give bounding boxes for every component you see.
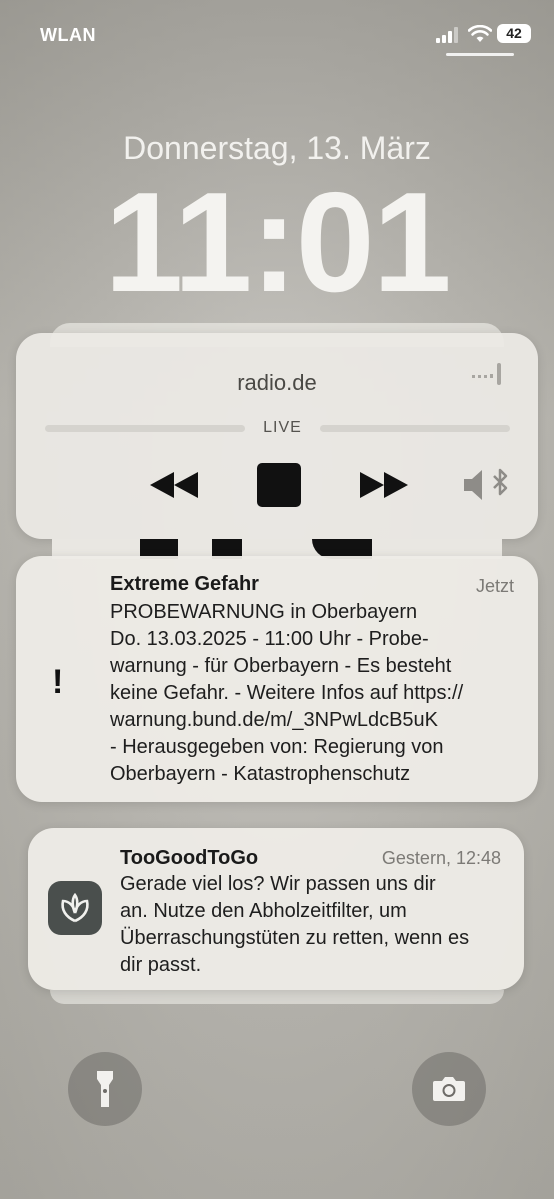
toogoodtogo-notification[interactable]: TooGoodToGo Gestern, 12:48 Gerade viel l… <box>28 828 524 990</box>
leaf-icon <box>61 893 89 923</box>
flashlight-icon <box>97 1071 113 1107</box>
lock-time: 11:01 <box>104 163 451 322</box>
status-bar: WLAN 42 <box>0 0 554 70</box>
notification-body: Gerade viel los? Wir passen uns dir an. … <box>120 871 515 979</box>
camera-icon <box>433 1077 465 1101</box>
notification-time: Gestern, 12:48 <box>381 848 501 868</box>
body-line: keine Gefahr. - Weitere Infos auf https:… <box>110 682 464 704</box>
fast-forward-icon <box>360 472 408 498</box>
carrier-label: WLAN <box>40 25 96 45</box>
exclamation-icon: ! <box>52 663 64 701</box>
airplay-icon[interactable] <box>472 363 502 387</box>
audio-output-button[interactable] <box>462 463 514 507</box>
body-line: an. Nutze den Abholzeitfilter, um <box>120 900 407 922</box>
signal-icon <box>436 27 458 43</box>
notification-stack-edge <box>50 990 504 1004</box>
body-line: Überraschungstüten zu retten, wenn es <box>120 927 470 949</box>
body-line: warnung - für Oberbayern - Es besteht <box>110 655 452 677</box>
body-line: Gerade viel los? Wir passen uns dir <box>120 873 436 895</box>
media-player[interactable]: radio.de LIVE <box>16 333 538 539</box>
flashlight-button[interactable] <box>68 1052 142 1126</box>
notification-time: Jetzt <box>475 576 514 596</box>
notification-title: Extreme Gefahr <box>110 573 259 595</box>
fast-forward-button[interactable] <box>354 463 414 507</box>
stop-button[interactable] <box>254 463 304 507</box>
wifi-icon <box>468 25 492 42</box>
rewind-button[interactable] <box>144 463 204 507</box>
body-line: Do. 13.03.2025 - 11:00 Uhr - Probe- <box>110 628 429 650</box>
emergency-alert-notification[interactable]: ! Extreme Gefahr Jetzt PROBEWARNUNG in O… <box>16 556 538 802</box>
body-line: Oberbayern - Katastrophenschutz <box>110 763 411 785</box>
bluetooth-speaker-icon <box>464 468 508 500</box>
body-line: dir passt. <box>120 954 202 976</box>
toogoodtogo-app-icon <box>48 881 102 935</box>
live-progress-bar-left <box>45 425 245 432</box>
notification-body: PROBEWARNUNG in Oberbayern Do. 13.03.202… <box>110 599 520 788</box>
battery-icon: 42 <box>497 24 531 43</box>
notification-title: TooGoodToGo <box>120 847 259 869</box>
media-app-name: radio.de <box>237 370 317 395</box>
camera-button[interactable] <box>412 1052 486 1126</box>
body-line: - Herausgegeben von: Regierung von <box>110 736 444 758</box>
body-line: PROBEWARNUNG in Oberbayern <box>110 601 418 623</box>
rewind-icon <box>150 472 198 498</box>
lock-date: Donnerstag, 13. März <box>123 130 431 166</box>
stop-icon <box>257 463 301 507</box>
body-line: warnung.bund.de/m/_3NPwLdcB5uK <box>110 709 438 731</box>
live-progress-bar-right <box>320 425 510 432</box>
status-indicator <box>446 53 514 56</box>
live-label: LIVE <box>263 419 302 436</box>
